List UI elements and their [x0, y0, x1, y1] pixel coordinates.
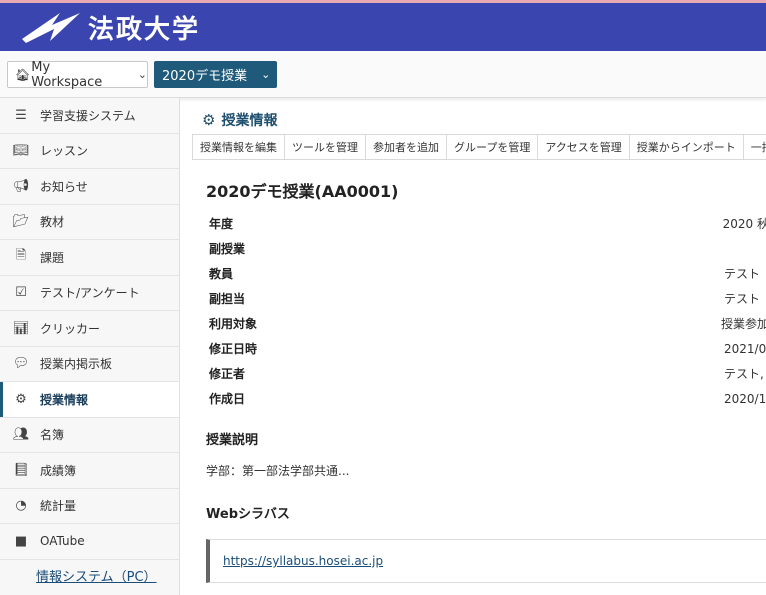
syllabus-link[interactable]: https://syllabus.hosei.ac.jp — [223, 554, 383, 568]
sidebar-item-oatube[interactable]: ■ OATube — [0, 524, 179, 560]
comments-icon: 💬︎ — [12, 356, 30, 372]
tool-title: ⚙ 授業情報 — [202, 110, 277, 130]
info-row-created-date: 作成日 2020/1 — [209, 386, 766, 411]
bar-chart-icon: 📊︎ — [12, 320, 30, 336]
sidebar-item-portal[interactable]: ☰ 学習支援システム — [0, 98, 179, 134]
tool-title-label: 授業情報 — [221, 113, 278, 129]
checkbox-icon: ☑ — [15, 285, 27, 301]
site-title: 2020デモ授業(AA0001) — [206, 182, 399, 201]
book-open-icon: 📖︎ — [12, 143, 30, 159]
tab-bulk[interactable]: 一括タ — [744, 135, 766, 159]
info-value: テスト — [724, 292, 761, 306]
chevron-down-icon: ⌄ — [261, 68, 271, 81]
sidebar-item-label: 授業情報 — [40, 392, 89, 407]
sidebar-item-gradebook[interactable]: 📘︎ 成績簿 — [0, 453, 179, 489]
sidebar-item-statistics[interactable]: ◔ 統計量 — [0, 489, 179, 524]
info-value: テスト — [724, 267, 761, 281]
tab-manage-tools[interactable]: ツールを管理 — [285, 135, 366, 159]
info-row-sub-course: 副授業 — [209, 236, 766, 261]
info-row-year: 年度 2020 秋 — [209, 211, 766, 236]
syllabus-heading: Webシラバス — [206, 507, 290, 522]
sidebar-item-clicker[interactable]: 📊︎ クリッカー — [0, 311, 179, 347]
info-row-audience: 利用対象 授業参加 — [209, 311, 766, 336]
info-system-link[interactable]: 情報システム（PC） — [36, 566, 179, 585]
pie-chart-icon: ◔ — [15, 498, 27, 514]
sidebar-item-label: OATube — [40, 534, 85, 549]
sidebar-item-label: 名簿 — [40, 428, 65, 443]
info-value: 2021/0 — [724, 341, 766, 356]
syllabus-box: https://syllabus.hosei.ac.jp — [206, 539, 766, 583]
sidebar-item-label: 課題 — [40, 250, 65, 265]
logo-text: 法政大学 — [88, 14, 201, 45]
info-row-modified-date: 修正日時 2021/0 — [209, 336, 766, 361]
current-site-button[interactable]: 2020デモ授業 ⌄ — [154, 61, 277, 88]
tab-edit-site-info[interactable]: 授業情報を編集 — [192, 135, 285, 159]
video-camera-icon: ■ — [14, 533, 28, 549]
university-logo[interactable]: 法政大学 — [20, 9, 200, 46]
my-workspace-button[interactable]: 🏠︎ My Workspace ⌄ — [7, 59, 148, 90]
info-value: テスト, — [724, 367, 764, 381]
sidebar-item-label: レッスン — [40, 144, 89, 159]
description-heading: 授業説明 — [206, 433, 259, 448]
sidebar-item-label: 統計量 — [40, 499, 77, 514]
sidebar-item-announcements[interactable]: 📢︎ お知らせ — [0, 169, 179, 205]
info-row-instructor: 教員 テスト — [209, 261, 766, 286]
info-label: 年度 — [209, 217, 234, 231]
logo-mark-icon — [22, 13, 80, 43]
info-label: 作成日 — [209, 392, 246, 406]
sidebar-item-label: 学習支援システム — [40, 108, 136, 123]
sidebar-item-resources[interactable]: 📂︎ 教材 — [0, 205, 179, 240]
info-label: 利用対象 — [209, 317, 258, 331]
sidebar-item-site-info[interactable]: ⚙ 授業情報 — [0, 382, 179, 418]
info-label: 教員 — [209, 267, 234, 281]
home-icon: 🏠︎ — [15, 67, 31, 82]
tool-sidebar: ☰ 学習支援システム 📖︎ レッスン 📢︎ お知らせ 📂︎ 教材 🗎 課題 ☑ … — [0, 98, 180, 595]
info-value: 授業参加 — [720, 317, 766, 331]
gradebook-icon: 📘︎ — [12, 462, 30, 478]
sidebar-item-label: クリッカー — [40, 321, 101, 336]
folder-open-icon: 📂︎ — [12, 214, 30, 230]
sidebar-item-lessons[interactable]: 📖︎ レッスン — [0, 134, 179, 169]
sidebar-item-label: お知らせ — [40, 179, 88, 194]
info-label: 修正日時 — [209, 342, 258, 356]
description-text: 学部：第一部法学部共通... — [206, 464, 350, 478]
list-icon: ☰ — [15, 107, 27, 123]
file-icon: 🗎 — [15, 248, 27, 264]
info-value: 2020 秋 — [722, 217, 766, 231]
tab-import-from-site[interactable]: 授業からインポート — [630, 135, 744, 159]
info-label: 修正者 — [209, 367, 246, 381]
sidebar-item-roster[interactable]: 👥︎ 名簿 — [0, 418, 179, 453]
my-workspace-label: My Workspace — [31, 59, 103, 90]
info-row-modified-by: 修正者 テスト, — [209, 361, 766, 386]
main-content: ⚙ 授業情報 授業情報を編集 ツールを管理 参加者を追加 グループを管理 アクセ… — [192, 98, 766, 595]
info-row-assistant: 副担当 テスト — [209, 286, 766, 311]
tool-tabs: 授業情報を編集 ツールを管理 参加者を追加 グループを管理 アクセスを管理 授業… — [192, 134, 766, 160]
sidebar-item-label: 教材 — [40, 215, 65, 230]
tab-manage-groups[interactable]: グループを管理 — [447, 135, 539, 159]
sidebar-item-assignments[interactable]: 🗎 課題 — [0, 240, 179, 276]
top-header: 法政大学 — [0, 0, 766, 51]
info-value: 2020/1 — [724, 391, 766, 406]
tab-manage-access[interactable]: アクセスを管理 — [538, 135, 630, 159]
sidebar-item-label: 授業内掲示板 — [40, 357, 113, 372]
chevron-down-icon: ⌄ — [137, 68, 147, 81]
tab-add-participants[interactable]: 参加者を追加 — [366, 135, 447, 159]
sidebar-item-label: テスト/アンケート — [40, 286, 140, 301]
gear-icon: ⚙ — [202, 111, 216, 129]
site-navigation: 🏠︎ My Workspace ⌄ 2020デモ授業 ⌄ — [0, 51, 766, 98]
users-icon: 👥︎ — [12, 427, 30, 443]
gear-icon: ⚙ — [15, 391, 27, 407]
sidebar-item-tests[interactable]: ☑ テスト/アンケート — [0, 276, 179, 311]
current-site-label: 2020デモ授業 — [162, 69, 248, 84]
sidebar-item-forums[interactable]: 💬︎ 授業内掲示板 — [0, 347, 179, 382]
info-label: 副授業 — [209, 242, 246, 256]
info-label: 副担当 — [209, 292, 246, 306]
sidebar-item-label: 成績簿 — [40, 463, 77, 478]
megaphone-icon: 📢︎ — [12, 178, 30, 194]
